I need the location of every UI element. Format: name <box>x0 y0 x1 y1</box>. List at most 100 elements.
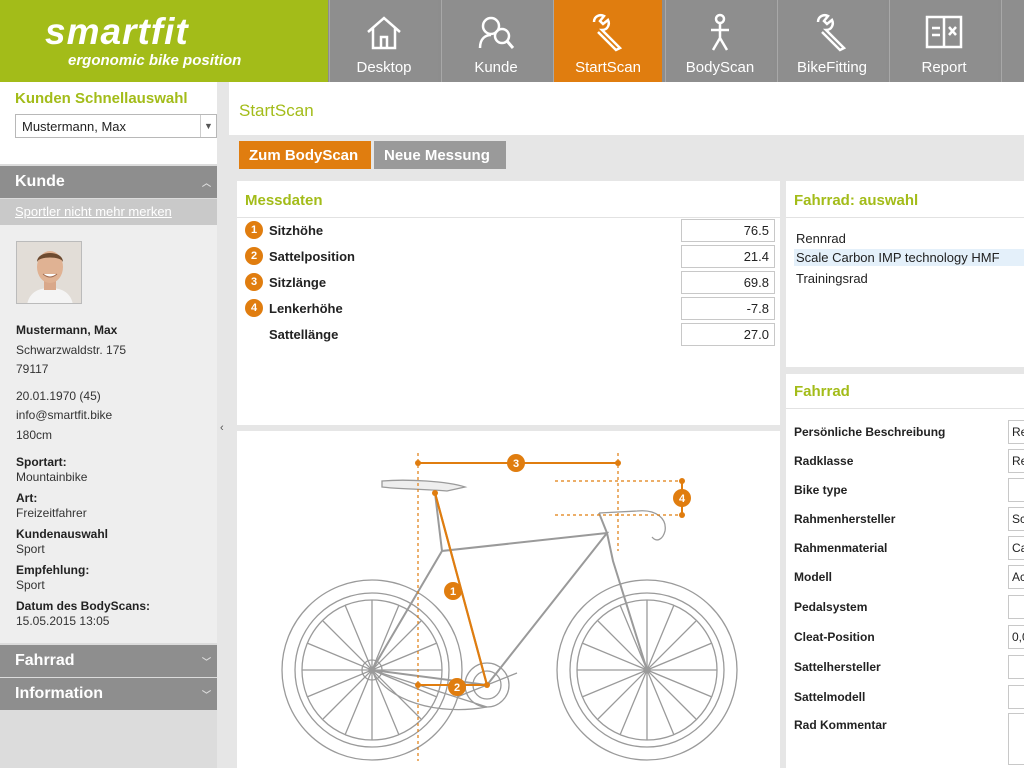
customer-photo <box>17 242 81 303</box>
measurement-number-badge: 1 <box>245 221 263 239</box>
nav-kunde-label: Kunde <box>474 59 518 76</box>
person-icon <box>711 13 729 51</box>
bike-field-input[interactable]: Sc <box>1008 507 1024 531</box>
section-header-information[interactable]: Information ﹀ <box>0 678 217 710</box>
nav-bikefitting[interactable]: BikeFitting <box>777 0 886 82</box>
bike-field-row: Sattelhersteller <box>794 655 1024 681</box>
bike-list-item-selected[interactable]: Scale Carbon IMP technology HMF <box>794 249 1024 266</box>
nav-bodyscan[interactable]: BodyScan <box>665 0 774 82</box>
bike-field-input[interactable] <box>1008 595 1024 619</box>
bike-field-label: Rad Kommentar <box>794 718 887 732</box>
logo-wordmark: smartfit <box>45 11 189 52</box>
forget-athlete-link[interactable]: Sportler nicht mehr merken <box>0 199 217 225</box>
measurement-label: Lenkerhöhe <box>269 301 343 316</box>
bike-list-item[interactable]: Rennrad <box>796 231 846 246</box>
sportart-value: Mountainbike <box>16 470 88 484</box>
bike-field-row: Sattelmodell <box>794 685 1024 711</box>
diagram-badge-label: 3 <box>513 458 519 470</box>
bike-details-title: Fahrrad <box>794 383 850 400</box>
measurement-label: Sitzlänge <box>269 275 327 290</box>
section-header-fahrrad[interactable]: Fahrrad ﹀ <box>0 645 217 677</box>
customer-search-icon <box>478 16 515 49</box>
bike-field-input[interactable] <box>1008 655 1024 679</box>
sportart-label: Sportart: <box>16 455 67 469</box>
customer-email: info@smartfit.bike <box>16 408 113 422</box>
home-icon <box>367 16 401 50</box>
bike-field-row: Rad Kommentar <box>794 713 1024 765</box>
measurement-row: 4 Lenkerhöhe -7.8 <box>245 297 775 321</box>
chevron-up-icon: ︿ <box>201 178 211 188</box>
bike-field-input[interactable]: Ac <box>1008 565 1024 589</box>
bike-field-input[interactable]: Re <box>1008 449 1024 473</box>
bike-field-input[interactable]: Ca <box>1008 536 1024 560</box>
nav-bodyscan-label: BodyScan <box>685 59 755 76</box>
sidebar: Kunden Schnellauswahl Mustermann, Max ▼ … <box>0 82 217 768</box>
bike-field-input[interactable] <box>1008 685 1024 709</box>
to-bodyscan-button[interactable]: Zum BodyScan <box>239 141 371 169</box>
bike-list-item[interactable]: Trainingsrad <box>796 271 868 286</box>
sidebar-collapse-handle[interactable]: ‹ <box>217 82 229 768</box>
bike-field-row: Rahmenhersteller Sc <box>794 507 1024 533</box>
messdaten-title: Messdaten <box>245 192 323 209</box>
bike-selection-panel: Fahrrad: auswahl Rennrad Scale Carbon IM… <box>786 181 1024 367</box>
art-label: Art: <box>16 491 38 505</box>
measurement-label: Sitzhöhe <box>269 223 324 238</box>
customer-details-panel: Mustermann, Max Schwarzwaldstr. 175 7911… <box>0 225 217 643</box>
diagram-badge: 2 <box>448 678 466 696</box>
diagram-badge-label: 2 <box>454 682 460 694</box>
nav-bikefitting-label: BikeFitting <box>796 59 868 76</box>
measurement-value-field[interactable]: 69.8 <box>681 271 775 294</box>
kundenauswahl-value: Sport <box>16 542 45 556</box>
diagram-badge: 3 <box>507 454 525 472</box>
bike-field-row: Bike type <box>794 478 1024 504</box>
top-navigation-bar: smartfit ergonomic bike position Desktop… <box>0 0 1024 82</box>
nav-startscan[interactable]: StartScan <box>553 0 662 82</box>
wrench-icon <box>816 14 847 52</box>
divider <box>237 217 780 218</box>
smartfit-logo: smartfit ergonomic bike position <box>0 0 328 82</box>
bike-field-row: Modell Ac <box>794 565 1024 591</box>
measurement-value-field[interactable]: 76.5 <box>681 219 775 242</box>
measurement-row: 3 Sitzlänge 69.8 <box>245 271 775 295</box>
quick-select-title: Kunden Schnellauswahl <box>15 90 188 107</box>
nav-more[interactable] <box>1001 0 1024 82</box>
measurement-value-field[interactable]: 27.0 <box>681 323 775 346</box>
report-icon <box>925 15 963 49</box>
customer-birthdate: 20.01.1970 (45) <box>16 389 101 403</box>
new-measurement-button[interactable]: Neue Messung <box>374 141 506 169</box>
diagram-badge-label: 1 <box>450 586 456 598</box>
bike-field-label: Pedalsystem <box>794 600 868 614</box>
empfehlung-value: Sport <box>16 578 45 592</box>
bike-comment-textarea[interactable] <box>1008 713 1024 765</box>
nav-desktop[interactable]: Desktop <box>329 0 438 82</box>
chevron-down-icon[interactable]: ▼ <box>200 115 216 137</box>
bike-field-input[interactable] <box>1008 478 1024 502</box>
diagram-badge: 4 <box>673 489 691 507</box>
customer-name: Mustermann, Max <box>16 323 118 337</box>
bike-field-label: Sattelmodell <box>794 690 866 704</box>
bike-field-label: Rahmenhersteller <box>794 512 896 526</box>
bodyscan-date-value: 15.05.2015 13:05 <box>16 614 110 628</box>
measurement-label: Sattellänge <box>269 327 339 342</box>
bike-field-row: Rahmenmaterial Ca <box>794 536 1024 562</box>
customer-quick-select[interactable]: Mustermann, Max ▼ <box>15 114 217 138</box>
measurement-row: 2 Sattelposition 21.4 <box>245 245 775 269</box>
customer-quick-select-value: Mustermann, Max <box>22 119 127 134</box>
nav-kunde[interactable]: Kunde <box>441 0 550 82</box>
bike-field-input[interactable]: Re <box>1008 420 1024 444</box>
measurement-value-field[interactable]: -7.8 <box>681 297 775 320</box>
bike-field-row: Pedalsystem <box>794 595 1024 621</box>
nav-report-label: Report <box>921 59 967 76</box>
wrench-icon <box>592 14 623 52</box>
diagram-badge-label: 4 <box>679 493 686 505</box>
diagram-badge: 1 <box>444 582 462 600</box>
nav-report[interactable]: Report <box>889 0 998 82</box>
section-header-kunde[interactable]: Kunde ︿ <box>0 166 217 198</box>
bike-field-input[interactable]: 0,0 <box>1008 625 1024 649</box>
messdaten-panel: Messdaten 1 Sitzhöhe 76.5 2 Sattelpositi… <box>237 181 780 425</box>
measurement-value-field[interactable]: 21.4 <box>681 245 775 268</box>
chevron-left-icon: ‹ <box>220 422 224 434</box>
section-header-fahrrad-label: Fahrrad <box>15 652 75 669</box>
page-title: StartScan <box>239 101 314 120</box>
customer-height: 180cm <box>16 428 53 442</box>
